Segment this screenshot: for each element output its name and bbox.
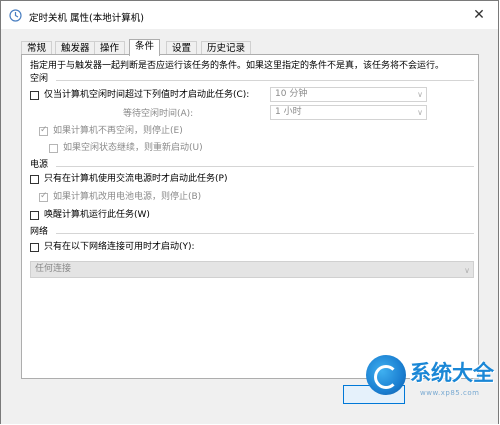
- wait-duration-combo[interactable]: 1 小时 ∨: [270, 105, 427, 120]
- chevron-down-icon: ∨: [417, 108, 423, 117]
- idle-group-divider: [56, 80, 474, 81]
- checkmark-icon: ✓: [40, 191, 48, 201]
- start-if-idle-checkbox[interactable]: [30, 91, 39, 100]
- conditions-description: 指定用于与触发器一起判断是否应运行该任务的条件。如果这里指定的条件不是真，该任务…: [30, 61, 445, 71]
- close-button[interactable]: ✕: [466, 5, 492, 25]
- power-group-label: 电源: [30, 160, 49, 170]
- ac-only-checkbox[interactable]: [30, 175, 39, 184]
- ac-only-label: 只有在计算机使用交流电源时才启动此任务(P): [44, 174, 228, 184]
- tab-actions[interactable]: 操作: [94, 41, 126, 55]
- conditions-panel: 指定用于与触发器一起判断是否应运行该任务的条件。如果这里指定的条件不是真，该任务…: [21, 54, 479, 379]
- stop-on-battery-label: 如果计算机改用电池电源，则停止(B): [53, 192, 202, 202]
- watermark-logo-icon: [366, 355, 406, 395]
- swirl-icon: [374, 365, 398, 389]
- wait-duration-value: 1 小时: [275, 107, 302, 117]
- checkmark-icon: ✓: [40, 125, 48, 135]
- tab-settings[interactable]: 设置: [166, 41, 198, 55]
- idle-group-label: 空闲: [30, 74, 49, 84]
- network-connection-value: 任何连接: [35, 264, 72, 274]
- window-title: 定时关机 属性(本地计算机): [29, 13, 144, 24]
- network-connection-combo[interactable]: 任何连接 ∨: [30, 261, 474, 278]
- stop-if-not-idle-label: 如果计算机不再空闲，则停止(E): [53, 126, 183, 136]
- power-group-divider: [56, 166, 474, 167]
- start-if-idle-label: 仅当计算机空闲时间超过下列值时才启动此任务(C):: [44, 90, 250, 100]
- chevron-down-icon: ∨: [417, 90, 423, 99]
- restart-if-idle-label: 如果空闲状态继续，则重新启动(U): [63, 143, 203, 153]
- chevron-down-icon: ∨: [464, 266, 470, 275]
- stop-on-battery-checkbox[interactable]: ✓: [39, 191, 48, 202]
- wake-computer-checkbox[interactable]: [30, 211, 39, 220]
- tab-triggers[interactable]: 触发器: [55, 41, 96, 55]
- watermark-url: www.xp85.com: [420, 389, 480, 397]
- network-group-divider: [56, 233, 474, 234]
- idle-duration-combo[interactable]: 10 分钟 ∨: [270, 87, 427, 102]
- title-bar: 定时关机 属性(本地计算机) ✕: [1, 1, 498, 29]
- wake-computer-label: 唤醒计算机运行此任务(W): [44, 210, 150, 220]
- site-watermark: 系统大全 www.xp85.com: [366, 353, 498, 413]
- idle-duration-value: 10 分钟: [275, 89, 308, 99]
- restart-if-idle-checkbox[interactable]: [49, 144, 58, 153]
- tab-conditions[interactable]: 条件: [129, 39, 161, 56]
- wait-idle-label: 等待空闲时间(A):: [123, 109, 194, 119]
- tab-history[interactable]: 历史记录: [201, 41, 252, 55]
- task-clock-icon: [9, 9, 22, 22]
- stop-if-not-idle-checkbox[interactable]: ✓: [39, 125, 48, 136]
- tab-general[interactable]: 常规: [21, 41, 53, 55]
- watermark-text: 系统大全: [410, 361, 494, 385]
- network-group-label: 网络: [30, 227, 49, 237]
- properties-dialog: 定时关机 属性(本地计算机) ✕ 常规 触发器 操作 条件 设置 历史记录 指定…: [0, 0, 499, 424]
- start-if-network-checkbox[interactable]: [30, 243, 39, 252]
- start-if-network-label: 只有在以下网络连接可用时才启动(Y):: [44, 242, 195, 252]
